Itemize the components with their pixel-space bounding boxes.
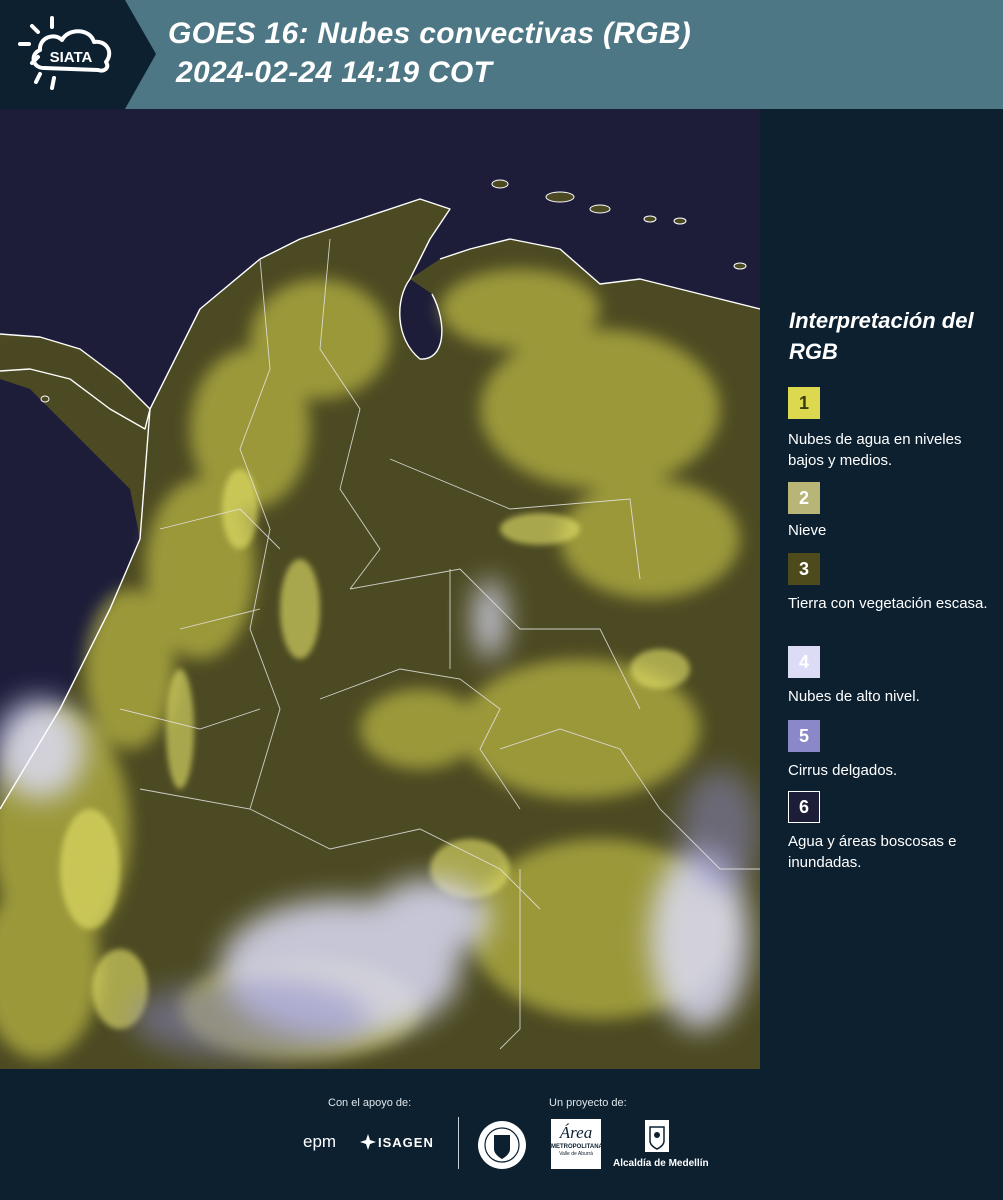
legend-label-3: Tierra con vegetación escasa. <box>788 595 988 612</box>
area-logo-subtext2: Valle de Aburrá <box>559 1151 593 1157</box>
support-caption: Con el apoyo de: <box>328 1097 412 1109</box>
legend-label-2: Nieve <box>788 522 827 539</box>
footer: Con el apoyo de: Un proyecto de: epm ISA… <box>0 1069 1003 1200</box>
logo-text: SIATA <box>50 49 93 66</box>
footer-divider <box>458 1117 459 1169</box>
legend-number-1: 1 <box>798 392 809 413</box>
area-metropolitana-logo: Área METROPOLITANA Valle de Aburrá <box>551 1119 603 1169</box>
legend-number-6: 6 <box>798 796 809 817</box>
legend-label-5: Cirrus delgados. <box>788 762 898 779</box>
alcaldia-text: Alcaldía de Medellín <box>613 1158 709 1169</box>
legend-swatch-6: 6 <box>788 791 820 823</box>
legend-label-1: Nubes de agua en niveles bajos y medios. <box>788 431 962 469</box>
header: SIATA GOES 16: Nubes convectivas (RGB) 2… <box>0 0 1003 109</box>
legend-label-4: Nubes de alto nivel. <box>788 688 920 705</box>
alcaldia-crest-icon <box>645 1120 669 1152</box>
legend-label-6: Agua y áreas boscosas e inundadas. <box>788 833 957 871</box>
isagen-logo: ISAGEN <box>378 1135 434 1150</box>
legend-number-5: 5 <box>798 725 809 746</box>
legend-swatch-4: 4 <box>788 646 820 678</box>
legend-swatch-5: 5 <box>788 720 820 752</box>
title-line-2: 2024-02-24 14:19 COT <box>176 56 493 89</box>
epm-logo: epm <box>303 1132 337 1151</box>
area-logo-text: Área <box>559 1123 593 1142</box>
project-caption: Un proyecto de: <box>549 1097 627 1109</box>
isagen-icon <box>360 1134 376 1150</box>
area-logo-subtext: METROPOLITANA <box>551 1144 603 1150</box>
title-line-1: GOES 16: Nubes convectivas (RGB) <box>168 17 692 50</box>
legend-number-2: 2 <box>798 487 809 508</box>
legend-number-3: 3 <box>798 558 809 579</box>
map-svg <box>0 109 760 1069</box>
siata-logo: SIATA <box>18 16 112 90</box>
logo-panel: SIATA <box>0 0 156 109</box>
medellin-seal-icon <box>478 1121 526 1169</box>
legend-number-4: 4 <box>798 651 809 672</box>
legend-swatch-2: 2 <box>788 482 820 514</box>
legend-panel: Interpretación del RGB 1 Nubes de agua e… <box>760 109 1003 1069</box>
legend-swatch-1: 1 <box>788 387 820 419</box>
legend-swatch-3: 3 <box>788 553 820 585</box>
legend-title: Interpretación del RGB <box>789 308 974 364</box>
satellite-map[interactable] <box>0 109 760 1069</box>
